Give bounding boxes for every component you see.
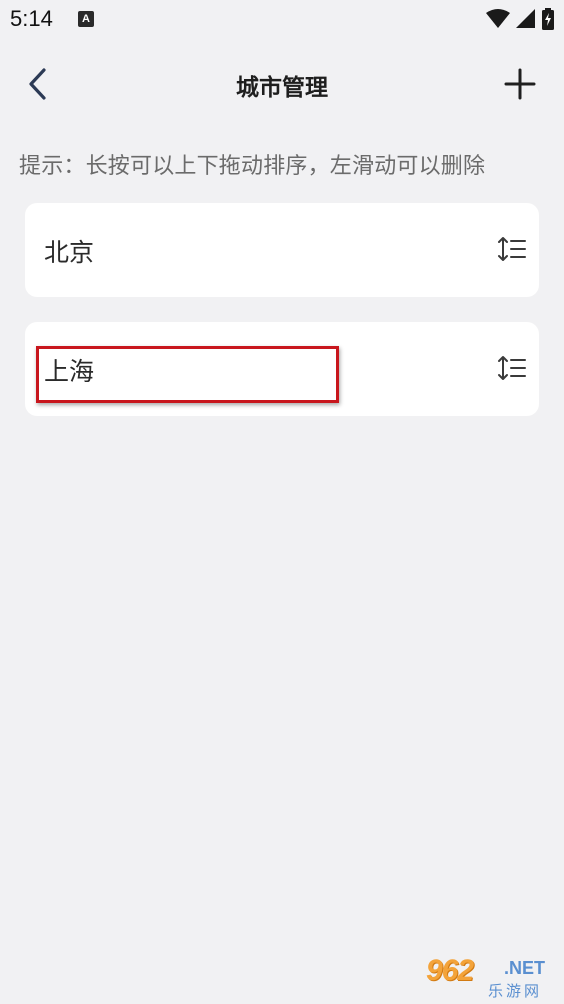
status-bar: 5:14 A (0, 0, 564, 38)
watermark-suffix: .NET (504, 958, 546, 978)
city-item-shanghai[interactable]: 上海 (25, 322, 539, 416)
site-watermark-logo: 962 .NET 乐游网 (426, 954, 558, 1000)
wifi-icon (486, 9, 510, 28)
hint-text: 提示：长按可以上下拖动排序，左滑动可以删除 (19, 154, 486, 179)
watermark-subtitle: 乐游网 (488, 982, 543, 1000)
battery-icon (542, 8, 554, 30)
status-time: 5:14 (10, 6, 53, 31)
city-name: 上海 (44, 357, 95, 386)
signal-icon (516, 9, 535, 28)
reorder-handle[interactable] (497, 354, 527, 382)
watermark-number: 962 (426, 954, 474, 987)
status-icons (486, 8, 554, 30)
reorder-icon (498, 356, 526, 380)
city-name: 北京 (44, 238, 95, 267)
city-item-beijing[interactable]: 北京 (25, 203, 539, 297)
screen: 5:14 A 城市管理 提示：长按可以上下拖动排序，左滑动可以删除 北京 上海 … (0, 0, 564, 1004)
reorder-icon (498, 237, 526, 261)
reorder-handle[interactable] (497, 235, 527, 263)
plus-icon (504, 68, 536, 100)
app-header: 城市管理 (0, 50, 564, 116)
add-city-button[interactable] (502, 64, 538, 104)
notification-app-icon: A (78, 11, 94, 27)
page-title: 城市管理 (236, 75, 328, 101)
